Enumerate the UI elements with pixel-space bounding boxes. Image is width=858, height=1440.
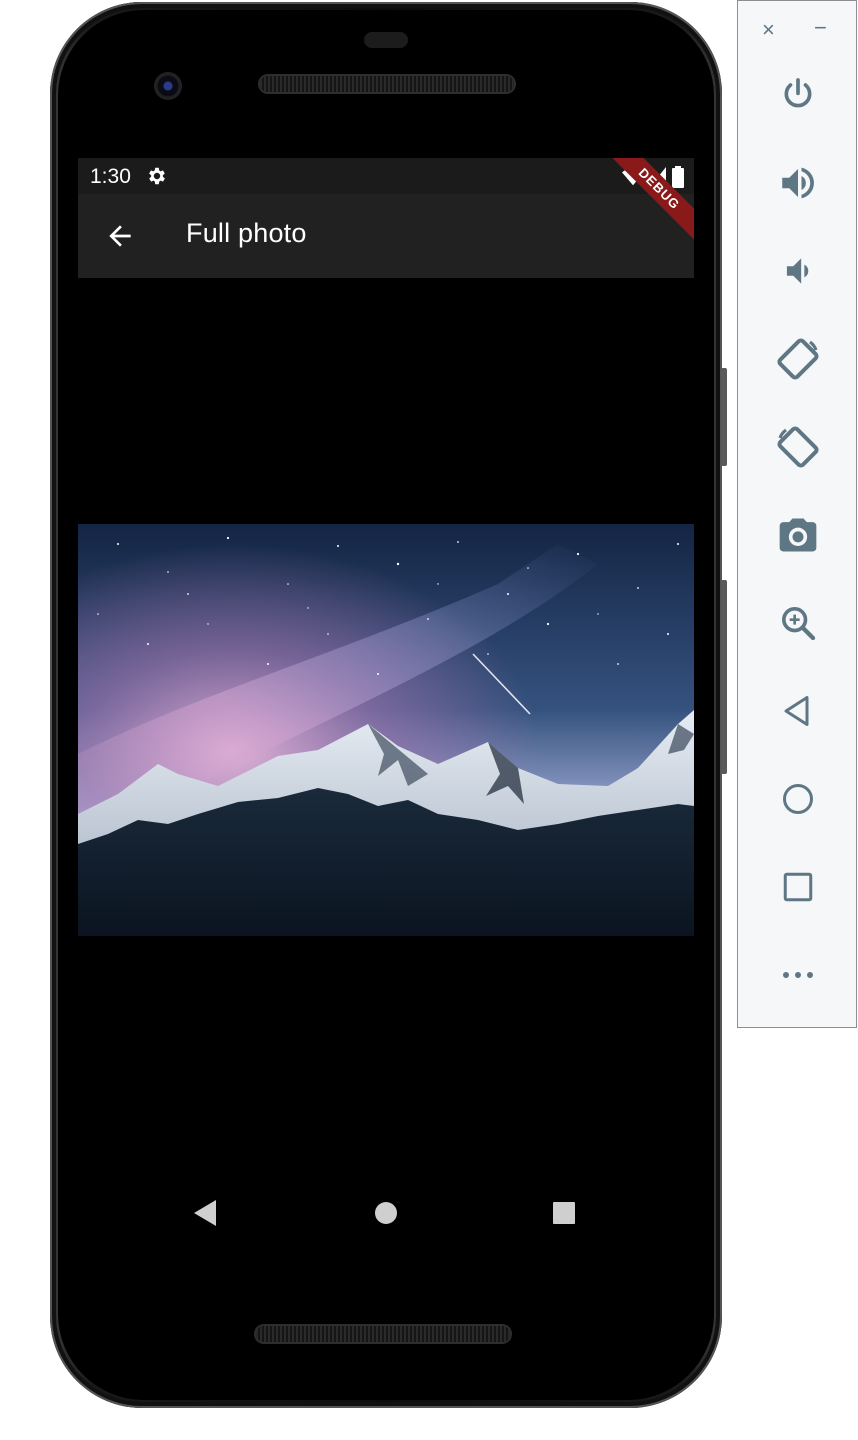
device-screen: 1:30 Full photo DEBUG: [78, 158, 694, 1280]
back-icon: [780, 693, 816, 734]
camera-icon: [776, 513, 820, 562]
status-bar: 1:30: [78, 158, 694, 194]
system-nav-bar: [78, 1188, 694, 1248]
window-controls: × −: [738, 15, 858, 45]
home-button[interactable]: [772, 775, 824, 827]
full-photo[interactable]: [78, 524, 694, 936]
page-title: Full photo: [186, 218, 307, 248]
emulator-toolbar: × −: [737, 0, 857, 1028]
gear-icon: [146, 165, 168, 192]
minimize-button[interactable]: −: [814, 15, 827, 41]
nav-recents-icon[interactable]: [552, 1200, 576, 1231]
volume-up-icon: [777, 162, 819, 209]
home-icon: [780, 781, 816, 822]
volume-down-icon: [779, 252, 817, 295]
phone-volume-keys: [721, 580, 727, 774]
rotate-right-icon: [774, 423, 822, 476]
back-button[interactable]: [772, 687, 824, 739]
volume-down-button[interactable]: [772, 247, 824, 299]
top-speaker: [260, 76, 514, 92]
top-notch: [364, 32, 408, 48]
power-button[interactable]: [772, 71, 824, 123]
rotate-left-button[interactable]: [772, 335, 824, 387]
nav-home-icon[interactable]: [374, 1200, 398, 1231]
zoom-button[interactable]: [772, 599, 824, 651]
power-icon: [778, 75, 818, 120]
volume-up-button[interactable]: [772, 159, 824, 211]
overview-button[interactable]: [772, 863, 824, 915]
rotate-right-button[interactable]: [772, 423, 824, 475]
front-camera: [154, 72, 182, 100]
phone-power-key: [721, 368, 727, 466]
screenshot-button[interactable]: [772, 511, 824, 563]
status-time: 1:30: [90, 165, 131, 188]
more-icon: [780, 968, 816, 986]
arrow-back-icon[interactable]: [104, 220, 136, 252]
more-button[interactable]: [772, 951, 824, 1003]
overview-icon: [780, 869, 816, 910]
close-button[interactable]: ×: [762, 17, 775, 43]
bottom-speaker: [256, 1326, 510, 1342]
zoom-icon: [778, 603, 818, 648]
app-bar: Full photo: [78, 194, 694, 278]
rotate-left-icon: [774, 335, 822, 388]
nav-back-icon[interactable]: [194, 1200, 218, 1231]
